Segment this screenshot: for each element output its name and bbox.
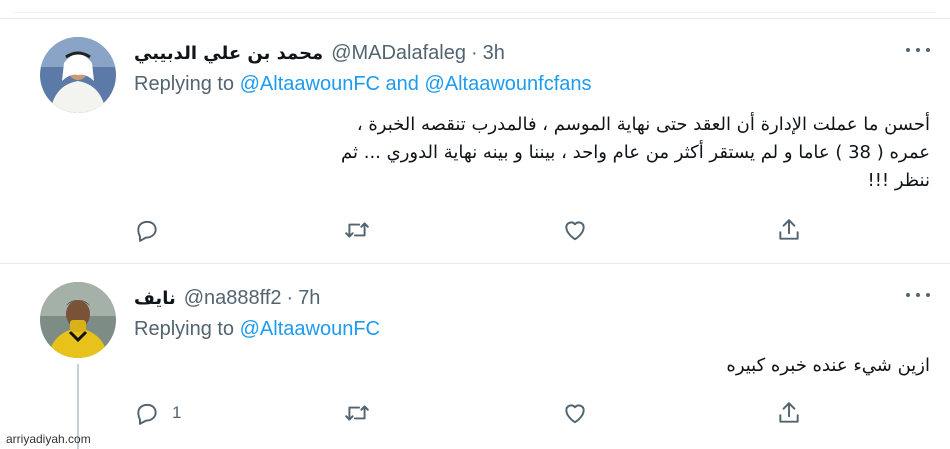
replying-to-link[interactable]: @AltaawounFC [240, 318, 380, 340]
tweet-header: محمد بن علي الدبيبي @MADalafaleg · 3h [134, 39, 505, 67]
retweet-icon [345, 405, 369, 421]
tweet-header: نايف @na888ff2 · 7h [134, 284, 320, 312]
share-button[interactable] [776, 398, 802, 428]
tweet-text: ازين شيء عنده خبره كبيره [134, 352, 930, 380]
like-button[interactable] [562, 398, 600, 428]
share-icon [779, 402, 799, 423]
author-name[interactable]: نايف [134, 288, 176, 309]
reply-icon [137, 220, 157, 242]
reply-count: 1 [172, 403, 182, 422]
avatar[interactable] [40, 37, 116, 113]
tweet-actions: 1 [134, 398, 814, 428]
reply-button[interactable]: 1 [134, 398, 181, 428]
tweet-text-line: ازين شيء عنده خبره كبيره [726, 355, 930, 376]
share-icon [779, 219, 799, 240]
like-button[interactable] [562, 215, 600, 245]
separator: · [471, 41, 478, 64]
share-button[interactable] [776, 215, 802, 245]
retweet-button[interactable] [344, 398, 382, 428]
author-handle[interactable]: @na888ff2 [184, 287, 282, 310]
tweet-time[interactable]: 3h [483, 42, 505, 65]
author-handle[interactable]: @MADalafaleg [331, 42, 466, 65]
tweet-actions [134, 215, 814, 245]
more-horizontal-icon[interactable] [906, 290, 930, 300]
author-name[interactable]: محمد بن علي الدبيبي [134, 43, 323, 64]
tweet-text-line: ننظر !!! [867, 170, 930, 191]
previous-tweet-edge [0, 0, 950, 19]
separator: · [286, 286, 294, 309]
replying-prefix: Replying to [134, 318, 240, 340]
watermark: arriyadiyah.com [6, 432, 91, 446]
reply-button[interactable] [134, 215, 172, 245]
tweet-time[interactable]: 7h [298, 287, 320, 310]
replying-to: Replying to @AltaawounFC [134, 318, 380, 341]
replying-to: Replying to @AltaawounFC and @Altaawounf… [134, 73, 592, 96]
reply-icon [137, 403, 157, 425]
tweet-text-line: عمره ( 38 ) عاما و لم يستقر أكثر من عام … [341, 142, 930, 163]
tweet[interactable]: محمد بن علي الدبيبي @MADalafaleg · 3h Re… [0, 19, 950, 264]
more-horizontal-icon[interactable] [906, 45, 930, 55]
replying-prefix: Replying to [134, 73, 240, 95]
like-icon [565, 221, 585, 241]
tweet[interactable]: نايف @na888ff2 · 7h Replying to @Altaawo… [0, 264, 950, 449]
tweet-text-line: أحسن ما عملت الإدارة أن العقد حتى نهاية … [356, 114, 930, 135]
tweet-text: أحسن ما عملت الإدارة أن العقد حتى نهاية … [134, 111, 930, 195]
retweet-icon [345, 222, 369, 238]
like-icon [565, 404, 585, 424]
avatar[interactable] [40, 282, 116, 358]
retweet-button[interactable] [344, 215, 382, 245]
replying-to-link[interactable]: @AltaawounFC and @Altaawounfcfans [240, 73, 592, 95]
